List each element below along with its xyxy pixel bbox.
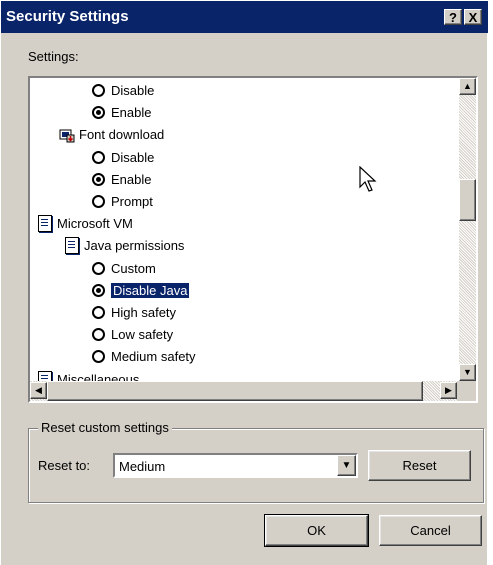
vertical-scroll-thumb[interactable] — [459, 179, 476, 221]
radio-icon — [92, 151, 105, 165]
scroll-left-icon[interactable]: ◀ — [30, 382, 47, 399]
radio-icon — [92, 84, 105, 98]
option-disable[interactable]: Disable — [92, 147, 154, 169]
category-label: Font download — [79, 127, 165, 142]
document-icon — [38, 371, 52, 381]
horizontal-scroll-thumb[interactable] — [47, 381, 423, 401]
settings-label: Settings: — [28, 49, 79, 64]
category-microsoft-vm: Microsoft VM — [38, 213, 133, 235]
horizontal-scrollbar[interactable]: ◀ ▶ — [30, 381, 459, 401]
category-font-download: Font download — [59, 124, 164, 146]
scrollbar-corner — [457, 381, 476, 401]
option-high-safety[interactable]: High safety — [92, 302, 176, 324]
radio-icon — [92, 328, 105, 342]
chevron-down-icon[interactable]: ▼ — [337, 455, 356, 476]
option-enable[interactable]: Enable — [92, 169, 151, 191]
reset-level-dropdown[interactable]: Medium ▼ — [113, 453, 358, 478]
window-title: Security Settings — [6, 8, 129, 25]
category-java-permissions: Java permissions — [65, 235, 184, 257]
radio-checked-icon — [92, 173, 105, 187]
option-label: Prompt — [111, 194, 153, 209]
option-low-safety[interactable]: Low safety — [92, 324, 173, 346]
ok-button[interactable]: OK — [265, 515, 368, 546]
document-icon — [65, 237, 79, 255]
option-label: Disable — [111, 150, 155, 165]
security-settings-dialog: Security Settings ? X Settings: Disable … — [0, 0, 488, 565]
scroll-down-icon[interactable]: ▼ — [459, 364, 476, 381]
option-label-selected: Disable Java — [111, 283, 190, 298]
reset-to-label: Reset to: — [38, 458, 91, 473]
mouse-pointer-icon — [359, 166, 377, 192]
vertical-scrollbar[interactable]: ▲ ▼ — [459, 78, 476, 381]
radio-icon — [92, 306, 105, 320]
scroll-right-icon[interactable]: ▶ — [440, 382, 457, 399]
reset-level-value: Medium — [119, 459, 166, 474]
option-label: High safety — [111, 305, 177, 320]
category-label: Miscellaneous — [57, 372, 140, 381]
help-button[interactable]: ? — [444, 9, 462, 25]
radio-icon — [92, 350, 105, 364]
option-enable[interactable]: Enable — [92, 102, 151, 124]
group-title: Reset custom settings — [38, 420, 172, 435]
category-miscellaneous: Miscellaneous — [38, 369, 139, 381]
option-label: Custom — [111, 261, 156, 276]
option-label: Low safety — [111, 327, 174, 342]
settings-tree[interactable]: Disable Enable Font download Disable Ena… — [28, 76, 478, 403]
close-button[interactable]: X — [464, 9, 482, 25]
option-custom[interactable]: Custom — [92, 258, 156, 280]
cancel-button[interactable]: Cancel — [379, 515, 482, 546]
option-label: Disable — [111, 83, 155, 98]
title-bar[interactable]: Security Settings ? X — [1, 1, 488, 33]
option-medium-safety[interactable]: Medium safety — [92, 346, 196, 368]
option-label: Medium safety — [111, 349, 196, 364]
font-download-icon — [59, 128, 75, 143]
option-label: Enable — [111, 172, 152, 187]
option-disable[interactable]: Disable — [92, 80, 154, 102]
radio-icon — [92, 195, 105, 209]
option-label: Enable — [111, 105, 152, 120]
category-label: Microsoft VM — [57, 216, 133, 231]
option-disable-java[interactable]: Disable Java — [92, 280, 190, 302]
document-icon — [38, 215, 52, 233]
category-label: Java permissions — [84, 238, 185, 253]
option-prompt[interactable]: Prompt — [92, 191, 153, 213]
radio-checked-icon — [92, 284, 105, 298]
scroll-up-icon[interactable]: ▲ — [459, 78, 476, 95]
radio-checked-icon — [92, 106, 105, 120]
radio-icon — [92, 262, 105, 276]
reset-button[interactable]: Reset — [368, 450, 471, 481]
